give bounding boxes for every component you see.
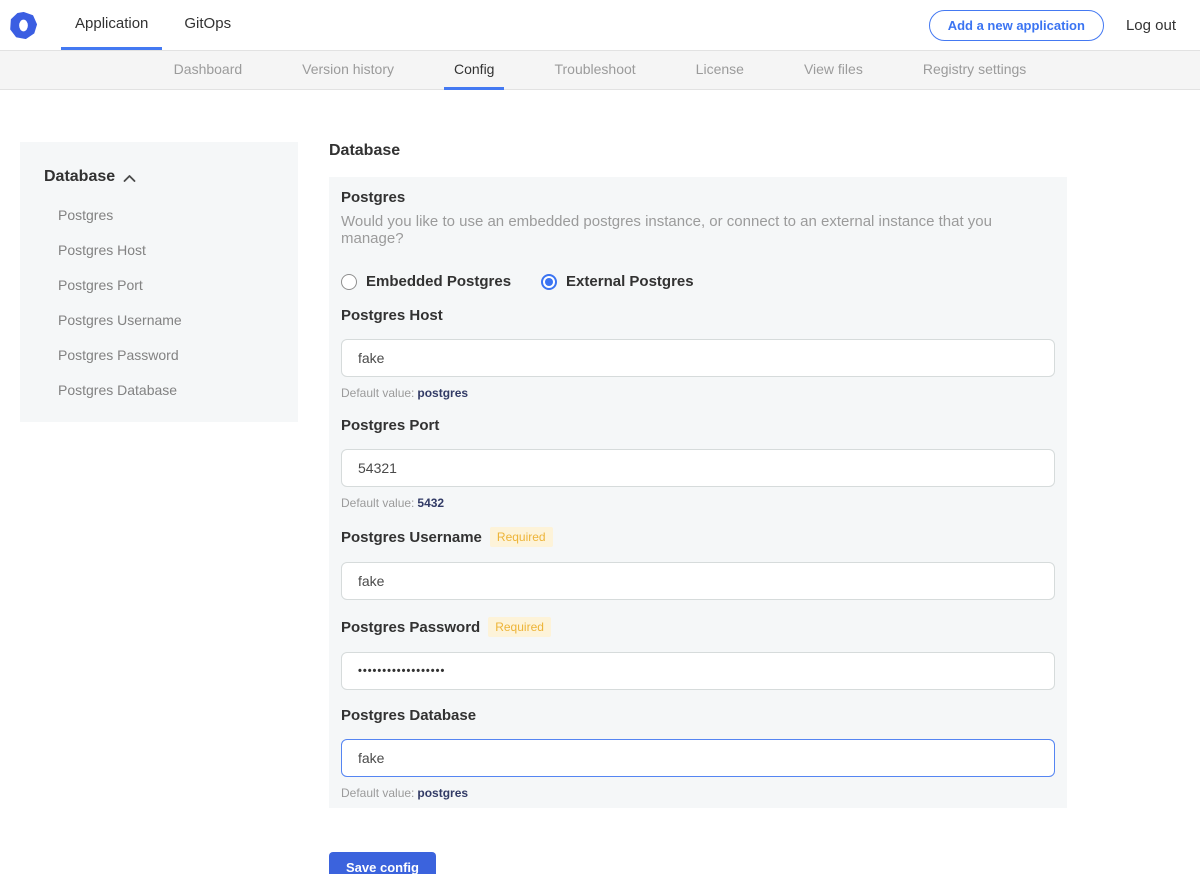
sidebar-item-postgres-host[interactable]: Postgres Host xyxy=(44,233,274,268)
field-label: Postgres Database xyxy=(341,707,476,724)
radio-label: Embedded Postgres xyxy=(366,273,511,290)
field-label: Postgres Password xyxy=(341,619,480,636)
subnav-dashboard[interactable]: Dashboard xyxy=(164,51,253,90)
helper-label: Default value: xyxy=(341,786,414,800)
top-header: Application GitOps Add a new application… xyxy=(0,0,1200,50)
required-badge: Required xyxy=(490,527,553,547)
page-title: Database xyxy=(329,142,1067,160)
app-subnav: Dashboard Version history Config Trouble… xyxy=(0,50,1200,90)
sidebar-item-postgres[interactable]: Postgres xyxy=(44,198,274,233)
field-label: Postgres Host xyxy=(341,307,443,324)
required-badge: Required xyxy=(488,617,551,637)
chevron-up-icon xyxy=(123,174,136,183)
sidebar-item-postgres-username[interactable]: Postgres Username xyxy=(44,303,274,338)
subnav-license[interactable]: License xyxy=(686,51,754,90)
group-description: Would you like to use an embedded postgr… xyxy=(341,213,1055,247)
radio-external-postgres[interactable]: External Postgres xyxy=(541,273,694,290)
helper-value: postgres xyxy=(417,386,468,400)
tab-application[interactable]: Application xyxy=(61,0,162,50)
field-label-row: Postgres Password Required xyxy=(341,617,1055,637)
group-title: Postgres xyxy=(341,189,1055,206)
sidebar-group-database[interactable]: Database xyxy=(44,168,274,186)
field-postgres-database: Postgres Database Default value:postgres xyxy=(341,707,1055,800)
field-label-row: Postgres Database xyxy=(341,707,1055,724)
sidebar-item-list: Postgres Postgres Host Postgres Port Pos… xyxy=(44,198,274,408)
header-right: Add a new application Log out xyxy=(929,0,1200,50)
log-out-link[interactable]: Log out xyxy=(1126,17,1176,34)
content-area: Database Postgres Postgres Host Postgres… xyxy=(0,90,1200,874)
subnav-troubleshoot[interactable]: Troubleshoot xyxy=(544,51,645,90)
kots-logo-icon xyxy=(10,12,37,39)
postgres-password-input[interactable] xyxy=(341,652,1055,690)
postgres-port-input[interactable] xyxy=(341,449,1055,487)
sidebar-group-label: Database xyxy=(44,168,115,186)
config-group-card: Postgres Would you like to use an embedd… xyxy=(329,177,1067,808)
helper-label: Default value: xyxy=(341,386,414,400)
sidebar-item-postgres-port[interactable]: Postgres Port xyxy=(44,268,274,303)
config-main: Database Postgres Would you like to use … xyxy=(329,142,1067,874)
helper-value: postgres xyxy=(417,786,468,800)
radio-selected-icon xyxy=(541,274,557,290)
field-label: Postgres Username xyxy=(341,529,482,546)
default-value-helper: Default value:5432 xyxy=(341,496,1055,510)
subnav-version-history[interactable]: Version history xyxy=(292,51,404,90)
save-config-button[interactable]: Save config xyxy=(329,852,436,874)
default-value-helper: Default value:postgres xyxy=(341,386,1055,400)
subnav-view-files[interactable]: View files xyxy=(794,51,873,90)
helper-label: Default value: xyxy=(341,496,414,510)
field-label-row: Postgres Host xyxy=(341,307,1055,324)
app-logo[interactable] xyxy=(10,0,37,50)
sidebar-item-postgres-password[interactable]: Postgres Password xyxy=(44,338,274,373)
field-label-row: Postgres Port xyxy=(341,417,1055,434)
add-new-application-button[interactable]: Add a new application xyxy=(929,10,1104,41)
field-postgres-port: Postgres Port Default value:5432 xyxy=(341,417,1055,510)
top-tabs: Application GitOps xyxy=(57,0,249,50)
field-label-row: Postgres Username Required xyxy=(341,527,1055,547)
postgres-database-input[interactable] xyxy=(341,739,1055,777)
field-label: Postgres Port xyxy=(341,417,439,434)
subnav-config[interactable]: Config xyxy=(444,51,504,90)
sidebar-item-postgres-database[interactable]: Postgres Database xyxy=(44,373,274,408)
postgres-username-input[interactable] xyxy=(341,562,1055,600)
postgres-type-radio-group: Embedded Postgres External Postgres xyxy=(341,273,1055,290)
config-sidebar: Database Postgres Postgres Host Postgres… xyxy=(20,142,298,422)
default-value-helper: Default value:postgres xyxy=(341,786,1055,800)
tab-gitops[interactable]: GitOps xyxy=(170,0,245,50)
radio-label: External Postgres xyxy=(566,273,694,290)
subnav-registry-settings[interactable]: Registry settings xyxy=(913,51,1036,90)
field-postgres-password: Postgres Password Required xyxy=(341,617,1055,690)
radio-embedded-postgres[interactable]: Embedded Postgres xyxy=(341,273,511,290)
helper-value: 5432 xyxy=(417,496,444,510)
save-row: Save config xyxy=(329,852,1067,874)
field-postgres-username: Postgres Username Required xyxy=(341,527,1055,600)
postgres-host-input[interactable] xyxy=(341,339,1055,377)
radio-unselected-icon xyxy=(341,274,357,290)
field-postgres-host: Postgres Host Default value:postgres xyxy=(341,307,1055,400)
